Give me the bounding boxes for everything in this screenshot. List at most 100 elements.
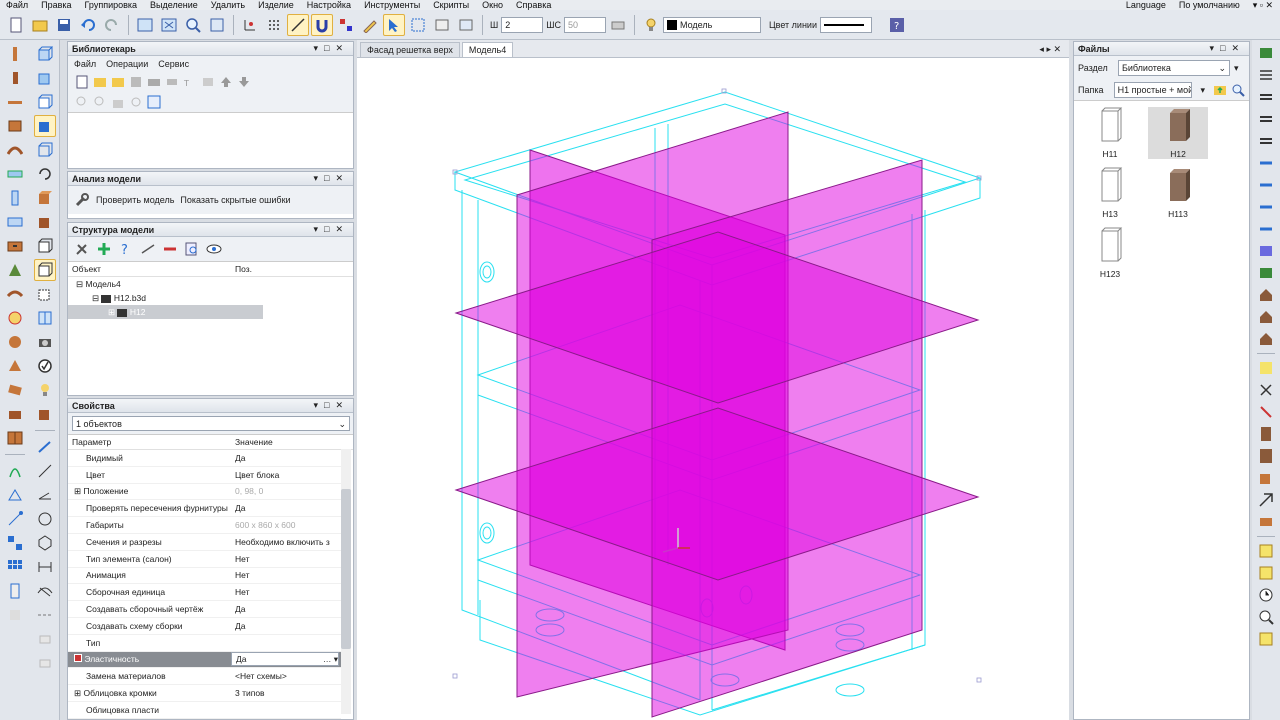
- cube-top-icon[interactable]: [34, 67, 56, 89]
- model-viewport[interactable]: [357, 58, 1069, 720]
- file-item[interactable]: Н13: [1080, 167, 1140, 219]
- search-icon[interactable]: [1230, 82, 1245, 98]
- layer-icon[interactable]: [607, 14, 629, 36]
- box-panel-icon[interactable]: [4, 115, 26, 137]
- disabled-tool-2-icon[interactable]: [34, 628, 56, 650]
- open-folder-2-icon[interactable]: [110, 74, 126, 90]
- curve-icon[interactable]: [34, 580, 56, 602]
- arc-icon[interactable]: [4, 460, 26, 482]
- prop-row[interactable]: Создавать схему сборки Да: [68, 618, 341, 635]
- menu-help[interactable]: Справка: [510, 0, 558, 10]
- box-3d-icon[interactable]: [1256, 468, 1276, 488]
- hidden-lines-icon[interactable]: [34, 283, 56, 305]
- tree-row-block[interactable]: ⊞ Н12: [68, 305, 263, 319]
- preview-icon[interactable]: [146, 94, 162, 110]
- vector-icon[interactable]: [4, 508, 26, 530]
- librarian-menu-operations[interactable]: Операции: [106, 59, 148, 69]
- panel-controls[interactable]: ▾□✕: [314, 173, 350, 184]
- rail-icon[interactable]: [1256, 87, 1276, 107]
- elasticity-select[interactable]: Да … ▾: [231, 652, 339, 667]
- disabled-tool-icon[interactable]: [4, 604, 26, 626]
- file-item[interactable]: Н113: [1148, 167, 1208, 219]
- file-item[interactable]: Н11: [1080, 107, 1140, 159]
- facade-icon[interactable]: [4, 259, 26, 281]
- sh-field[interactable]: 2: [501, 16, 544, 33]
- tab-nav-controls[interactable]: ◂ ▸ ✕: [1031, 42, 1069, 57]
- angle-line-icon[interactable]: [34, 484, 56, 506]
- new-file-icon[interactable]: [5, 14, 27, 36]
- section-icon[interactable]: [34, 307, 56, 329]
- check-model-button[interactable]: Проверить модель: [96, 195, 174, 205]
- folder-up-icon[interactable]: [1213, 82, 1228, 98]
- text-icon[interactable]: T: [182, 74, 198, 90]
- tools-icon[interactable]: [74, 241, 90, 257]
- prop-row[interactable]: Проверять пересечения фурнитуры Да: [68, 500, 341, 518]
- grid-array-icon[interactable]: [4, 556, 26, 578]
- prop-row[interactable]: Габариты 600 x 860 x 600: [68, 517, 341, 534]
- color-snap-icon[interactable]: [335, 14, 357, 36]
- panel-stack-icon[interactable]: [1256, 43, 1276, 63]
- panel-controls[interactable]: ▾□✕: [314, 400, 350, 411]
- ellipsis-dropdown-icon[interactable]: … ▾: [323, 653, 338, 665]
- pencil-icon[interactable]: [359, 14, 381, 36]
- house-icon[interactable]: [1256, 285, 1276, 305]
- help-icon[interactable]: ?: [886, 14, 908, 36]
- eraser-icon[interactable]: [164, 74, 180, 90]
- cube-side-icon[interactable]: [34, 91, 56, 113]
- zoom-all-icon[interactable]: [158, 14, 180, 36]
- select-arrow-icon[interactable]: [383, 13, 405, 36]
- menu-delete[interactable]: Удалить: [205, 0, 252, 10]
- panel-controls[interactable]: ▾□✕: [314, 224, 350, 235]
- show-icon[interactable]: [455, 14, 477, 36]
- wood-box-icon[interactable]: [34, 211, 56, 233]
- undo-icon[interactable]: [77, 14, 99, 36]
- stamp-icon[interactable]: [200, 74, 216, 90]
- scissors-icon[interactable]: [1256, 380, 1276, 400]
- wardrobe-icon[interactable]: [1256, 446, 1276, 466]
- save-icon[interactable]: [53, 14, 75, 36]
- menu-product[interactable]: Изделие: [252, 0, 301, 10]
- open-folder-icon[interactable]: [29, 14, 51, 36]
- add-icon[interactable]: [96, 241, 112, 257]
- column-icon[interactable]: [4, 187, 26, 209]
- grid-snap-icon[interactable]: [263, 14, 285, 36]
- edge-2-icon[interactable]: [1256, 175, 1276, 195]
- remove-icon[interactable]: [162, 241, 178, 257]
- wire-box-selected-icon[interactable]: [33, 259, 56, 281]
- circle-icon[interactable]: [34, 508, 56, 530]
- hexagon-icon[interactable]: [34, 532, 56, 554]
- panel-icon[interactable]: [4, 43, 26, 65]
- report-icon[interactable]: [1256, 629, 1276, 649]
- print-icon[interactable]: [146, 74, 162, 90]
- folder-select[interactable]: Н1 простые + мойка: [1113, 82, 1193, 98]
- prop-row[interactable]: Анимация Нет: [68, 568, 341, 585]
- prop-row[interactable]: Видимый Да: [68, 450, 341, 467]
- spring-icon[interactable]: [1256, 65, 1276, 85]
- hide-icon[interactable]: [431, 14, 453, 36]
- shelf-icon[interactable]: [4, 211, 26, 233]
- tree-row-model[interactable]: ⊟ Модель4: [68, 277, 353, 291]
- bolt-icon[interactable]: [1256, 490, 1276, 510]
- language-menu[interactable]: Language: [1120, 0, 1173, 10]
- tabletop-icon[interactable]: [4, 283, 26, 305]
- layer-select[interactable]: Модель: [663, 16, 761, 33]
- zoom-out-icon[interactable]: [92, 94, 108, 110]
- tab-model4[interactable]: Модель4: [461, 42, 514, 57]
- note-icon[interactable]: [1256, 358, 1276, 378]
- box-dropdown-icon[interactable]: [34, 403, 56, 425]
- home-icon[interactable]: [110, 94, 126, 110]
- 3d-transform-icon[interactable]: [34, 436, 56, 458]
- prop-row[interactable]: Тип: [68, 635, 341, 652]
- rail-2-icon[interactable]: [1256, 109, 1276, 129]
- window-controls[interactable]: ▾ ▫ ✕: [1247, 0, 1280, 10]
- camera-icon[interactable]: [34, 331, 56, 353]
- menu-group[interactable]: Группировка: [79, 0, 144, 10]
- line-style-select[interactable]: [819, 16, 872, 33]
- model-drawing[interactable]: [357, 58, 1069, 720]
- clock-icon[interactable]: [1256, 585, 1276, 605]
- menu-arrow-icon[interactable]: ▾: [1234, 63, 1239, 74]
- menu-tools[interactable]: Инструменты: [358, 0, 427, 10]
- prop-row-selected[interactable]: Эластичность Да … ▾: [68, 651, 341, 669]
- cone-icon[interactable]: [4, 355, 26, 377]
- panel-controls[interactable]: ▾□✕: [314, 43, 350, 54]
